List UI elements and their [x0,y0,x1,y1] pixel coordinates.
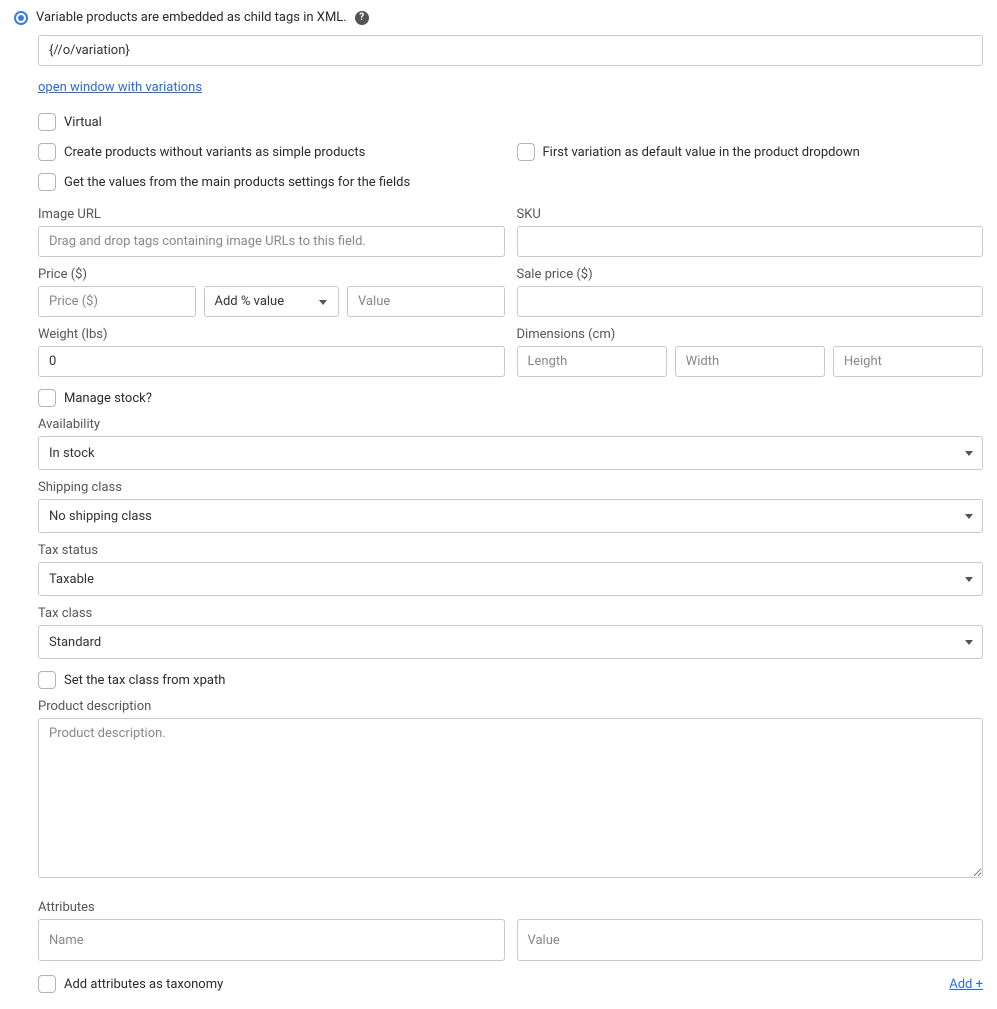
tax-class-label: Tax class [38,606,983,621]
shipping-class-label: Shipping class [38,480,983,495]
attr-as-taxonomy-checkbox[interactable] [38,975,56,993]
create-simple-label: Create products without variants as simp… [64,145,365,160]
length-input[interactable] [517,346,667,377]
sale-price-label: Sale price ($) [517,267,984,282]
dimensions-label: Dimensions (cm) [517,327,984,342]
tax-from-xpath-label: Set the tax class from xpath [64,673,225,688]
get-from-main-label: Get the values from the main products se… [64,175,410,190]
weight-input[interactable] [38,346,505,377]
price-input[interactable] [38,286,196,317]
variation-xpath-input[interactable] [38,35,983,66]
first-variation-default-label: First variation as default value in the … [543,145,860,160]
virtual-label: Virtual [64,115,102,130]
sku-input[interactable] [517,226,984,257]
first-variation-default-checkbox[interactable] [517,143,535,161]
height-input[interactable] [833,346,983,377]
manage-stock-label: Manage stock? [64,391,152,406]
xml-embed-label: Variable products are embedded as child … [36,10,347,25]
image-url-label: Image URL [38,207,505,222]
attributes-label: Attributes [38,900,983,915]
virtual-checkbox[interactable] [38,113,56,131]
sale-price-input[interactable] [517,286,984,317]
create-simple-checkbox[interactable] [38,143,56,161]
shipping-class-select[interactable]: No shipping class [38,499,983,533]
manage-stock-checkbox-row: Manage stock? [38,389,983,407]
open-variations-link[interactable]: open window with variations [38,80,202,95]
product-description-label: Product description [38,699,983,714]
price-mode-select[interactable]: Add % value [204,286,340,317]
help-icon[interactable]: ? [355,11,369,25]
product-description-textarea[interactable] [38,718,983,878]
availability-select[interactable]: In stock [38,436,983,470]
get-from-main-checkbox[interactable] [38,173,56,191]
weight-label: Weight (lbs) [38,327,505,342]
first-variation-default-checkbox-row: First variation as default value in the … [517,143,984,161]
tax-from-xpath-checkbox[interactable] [38,671,56,689]
manage-stock-checkbox[interactable] [38,389,56,407]
tax-class-select[interactable]: Standard [38,625,983,659]
radio-selected-icon[interactable] [14,11,28,25]
attr-as-taxonomy-checkbox-row: Add attributes as taxonomy [38,975,223,993]
add-attribute-link[interactable]: Add + [949,977,983,992]
attr-as-taxonomy-label: Add attributes as taxonomy [64,977,223,992]
width-input[interactable] [675,346,825,377]
attribute-name-input[interactable] [38,919,505,961]
price-label: Price ($) [38,267,505,282]
get-from-main-checkbox-row: Get the values from the main products se… [38,173,983,191]
xml-embed-radio-row: Variable products are embedded as child … [14,10,983,25]
sku-label: SKU [517,207,984,222]
attribute-value-input[interactable] [517,919,984,961]
create-simple-checkbox-row: Create products without variants as simp… [38,143,505,161]
tax-status-label: Tax status [38,543,983,558]
price-value-input[interactable] [347,286,505,317]
tax-from-xpath-checkbox-row: Set the tax class from xpath [38,671,983,689]
tax-status-select[interactable]: Taxable [38,562,983,596]
virtual-checkbox-row: Virtual [38,113,983,131]
availability-label: Availability [38,417,983,432]
image-url-input[interactable] [38,226,505,257]
